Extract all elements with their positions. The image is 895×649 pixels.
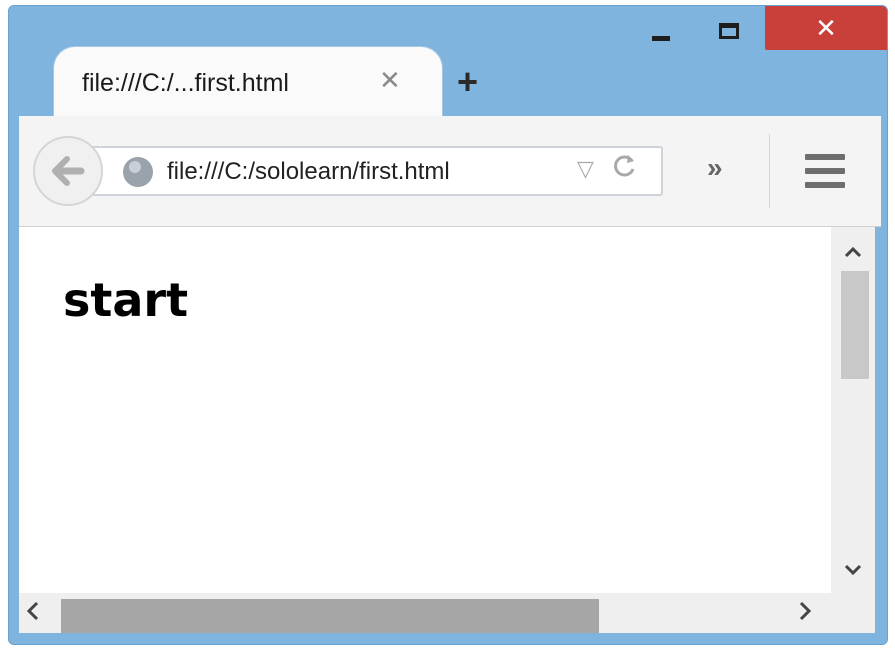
scrollbar-corner bbox=[831, 593, 875, 633]
address-bar[interactable]: file:///C:/sololearn/first.html ▽ bbox=[79, 146, 663, 196]
tab-close-icon[interactable]: ✕ bbox=[379, 65, 401, 96]
url-text[interactable]: file:///C:/sololearn/first.html bbox=[167, 158, 450, 186]
reload-icon[interactable] bbox=[611, 152, 637, 187]
history-dropdown-icon[interactable]: ▽ bbox=[577, 156, 594, 182]
navigation-toolbar: file:///C:/sololearn/first.html ▽ » bbox=[19, 116, 881, 227]
scroll-left-icon[interactable] bbox=[25, 597, 41, 629]
minimize-button[interactable] bbox=[639, 6, 683, 52]
maximize-button[interactable] bbox=[707, 6, 751, 52]
horizontal-scroll-thumb[interactable] bbox=[61, 599, 599, 633]
toolbar-divider bbox=[769, 134, 770, 208]
browser-window: ✕ file:///C:/...first.html ✕ + file:///C… bbox=[8, 5, 888, 645]
close-icon: ✕ bbox=[815, 12, 837, 43]
page-heading: start bbox=[63, 273, 189, 327]
globe-icon bbox=[123, 157, 153, 187]
vertical-scroll-thumb[interactable] bbox=[841, 271, 869, 379]
overflow-chevron-button[interactable]: » bbox=[707, 152, 722, 184]
scroll-up-icon[interactable] bbox=[831, 235, 875, 266]
scroll-down-icon[interactable] bbox=[831, 553, 875, 584]
hamburger-menu-icon[interactable] bbox=[805, 154, 845, 188]
horizontal-scrollbar[interactable] bbox=[19, 593, 875, 633]
back-button[interactable] bbox=[33, 136, 103, 206]
new-tab-button[interactable]: + bbox=[457, 64, 478, 100]
tab-active[interactable]: file:///C:/...first.html ✕ bbox=[53, 46, 443, 124]
tab-title: file:///C:/...first.html bbox=[82, 69, 289, 97]
scroll-right-icon[interactable] bbox=[797, 597, 813, 629]
vertical-scrollbar[interactable] bbox=[831, 227, 875, 593]
page-content: start bbox=[19, 227, 831, 593]
close-window-button[interactable]: ✕ bbox=[765, 6, 887, 50]
back-arrow-icon bbox=[52, 156, 85, 186]
